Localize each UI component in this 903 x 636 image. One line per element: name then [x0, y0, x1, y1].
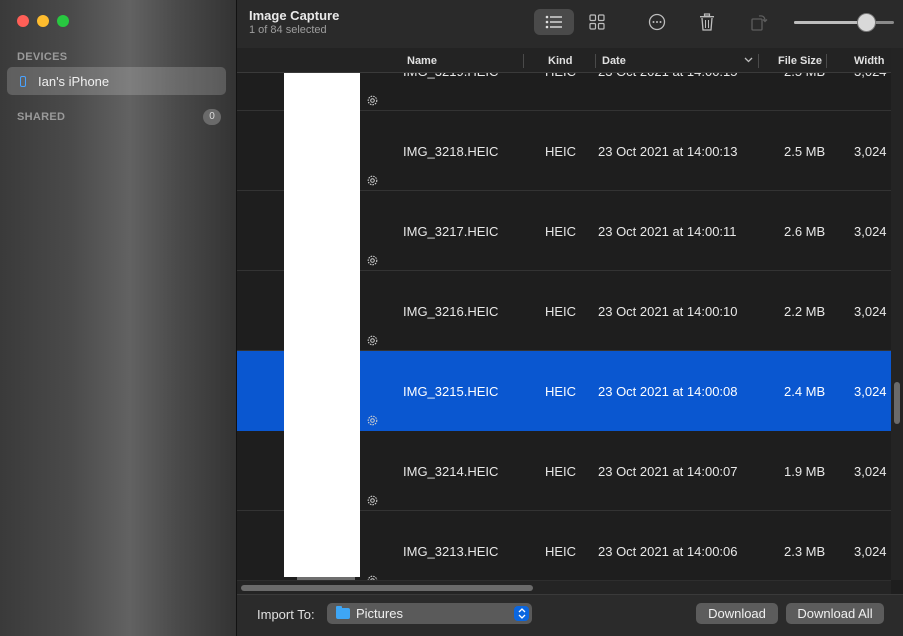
column-header-file-size[interactable]: File Size	[778, 55, 822, 67]
more-options-button[interactable]	[644, 9, 670, 35]
file-size-cell: 2.5 MB	[784, 144, 826, 159]
gear-icon[interactable]	[367, 255, 378, 266]
thumbnail-size-slider[interactable]	[794, 13, 894, 32]
phone-icon	[20, 75, 26, 87]
image-capture-window: DEVICES Ian's iPhone SHARED 0 Image Capt…	[0, 0, 903, 636]
minimize-window-button[interactable]	[37, 15, 49, 27]
download-all-button[interactable]: Download All	[786, 603, 884, 624]
device-label: Ian's iPhone	[38, 73, 110, 89]
gear-icon[interactable]	[367, 175, 378, 186]
width-cell: 3,024	[854, 73, 887, 79]
column-header-width[interactable]: Width	[854, 55, 884, 67]
trash-icon	[700, 13, 714, 31]
selection-count: 1 of 84 selected	[249, 24, 327, 36]
rotate-button[interactable]	[746, 9, 772, 35]
column-header-date[interactable]: Date	[602, 55, 626, 67]
column-header-kind[interactable]: Kind	[548, 55, 572, 67]
file-size-cell: 2.6 MB	[784, 224, 826, 239]
date-cell: 23 Oct 2021 at 14:00:10	[598, 304, 738, 319]
file-name-cell: IMG_3215.HEIC	[403, 384, 499, 399]
import-destination-value: Pictures	[356, 606, 403, 621]
table-header: Name Kind Date File Size Width	[237, 48, 891, 73]
file-name-cell: IMG_3213.HEIC	[403, 544, 499, 559]
width-cell: 3,024	[854, 304, 887, 319]
shared-header: SHARED	[17, 111, 66, 123]
zoom-window-button[interactable]	[57, 15, 69, 27]
file-size-cell: 2.3 MB	[784, 544, 826, 559]
date-cell: 23 Oct 2021 at 14:00:08	[598, 384, 738, 399]
kind-cell: HEIC	[545, 544, 577, 559]
gear-icon[interactable]	[367, 335, 378, 346]
shared-count-badge: 0	[203, 109, 221, 125]
toolbar: Image Capture 1 of 84 selected	[237, 0, 903, 48]
kind-cell: HEIC	[545, 384, 577, 399]
kind-cell: HEIC	[545, 464, 577, 479]
width-cell: 3,024	[854, 384, 887, 399]
column-separator[interactable]	[595, 54, 596, 68]
list-view-button[interactable]	[534, 9, 574, 35]
column-separator[interactable]	[523, 54, 524, 68]
vertical-scrollbar[interactable]	[891, 48, 903, 580]
list-view-icon	[545, 15, 562, 29]
kind-cell: HEIC	[545, 73, 576, 79]
date-cell: 23 Oct 2021 at 14:00:11	[598, 224, 737, 239]
file-size-cell: 1.9 MB	[784, 464, 826, 479]
file-name-cell: IMG_3214.HEIC	[403, 464, 499, 479]
folder-icon	[336, 606, 350, 619]
date-cell: 23 Oct 2021 at 14:00:06	[598, 544, 738, 559]
width-cell: 3,024	[854, 464, 887, 479]
column-separator[interactable]	[758, 54, 759, 68]
slider-fill	[794, 21, 866, 24]
gear-icon[interactable]	[367, 95, 378, 106]
file-size-cell: 2.5 MB	[784, 73, 825, 79]
chevron-down-icon[interactable]	[744, 57, 753, 63]
gear-icon[interactable]	[367, 415, 378, 426]
kind-cell: HEIC	[545, 144, 577, 159]
bottom-bar: Import To: Pictures Download Download Al…	[237, 594, 903, 636]
file-name-cell: IMG_3218.HEIC	[403, 144, 499, 159]
thumbnail-column	[284, 73, 360, 577]
gear-icon[interactable]	[367, 495, 378, 506]
kind-cell: HEIC	[545, 304, 577, 319]
file-name-cell: IMG_3219.HEIC	[403, 73, 498, 79]
column-header-name[interactable]: Name	[407, 55, 437, 67]
file-name-cell: IMG_3216.HEIC	[403, 304, 499, 319]
file-size-cell: 2.2 MB	[784, 304, 826, 319]
width-cell: 3,024	[854, 224, 887, 239]
grid-view-button[interactable]	[584, 9, 610, 35]
more-icon	[648, 13, 666, 31]
column-separator[interactable]	[826, 54, 827, 68]
sidebar-item-device[interactable]: Ian's iPhone	[7, 67, 226, 95]
file-name-cell: IMG_3217.HEIC	[403, 224, 499, 239]
horizontal-scroll-thumb[interactable]	[241, 585, 533, 591]
delete-button[interactable]	[694, 9, 720, 35]
app-title: Image Capture	[249, 8, 340, 23]
import-to-label: Import To:	[257, 607, 315, 622]
width-cell: 3,024	[854, 144, 887, 159]
close-window-button[interactable]	[17, 15, 29, 27]
stepper-icon	[514, 606, 529, 621]
file-size-cell: 2.4 MB	[784, 384, 826, 399]
vertical-scroll-thumb[interactable]	[894, 382, 900, 424]
window-controls	[17, 15, 69, 27]
download-button[interactable]: Download	[696, 603, 778, 624]
kind-cell: HEIC	[545, 224, 577, 239]
date-cell: 23 Oct 2021 at 14:00:07	[598, 464, 738, 479]
sidebar: DEVICES Ian's iPhone SHARED 0	[0, 0, 237, 636]
rotate-icon	[751, 15, 768, 31]
horizontal-scrollbar[interactable]	[237, 580, 891, 594]
date-cell: 23 Oct 2021 at 14:00:15	[598, 73, 738, 79]
slider-knob[interactable]	[856, 13, 876, 32]
devices-header: DEVICES	[17, 51, 68, 63]
width-cell: 3,024	[854, 544, 887, 559]
grid-view-icon	[589, 14, 605, 30]
import-destination-select[interactable]: Pictures	[327, 603, 532, 624]
date-cell: 23 Oct 2021 at 14:00:13	[598, 144, 738, 159]
